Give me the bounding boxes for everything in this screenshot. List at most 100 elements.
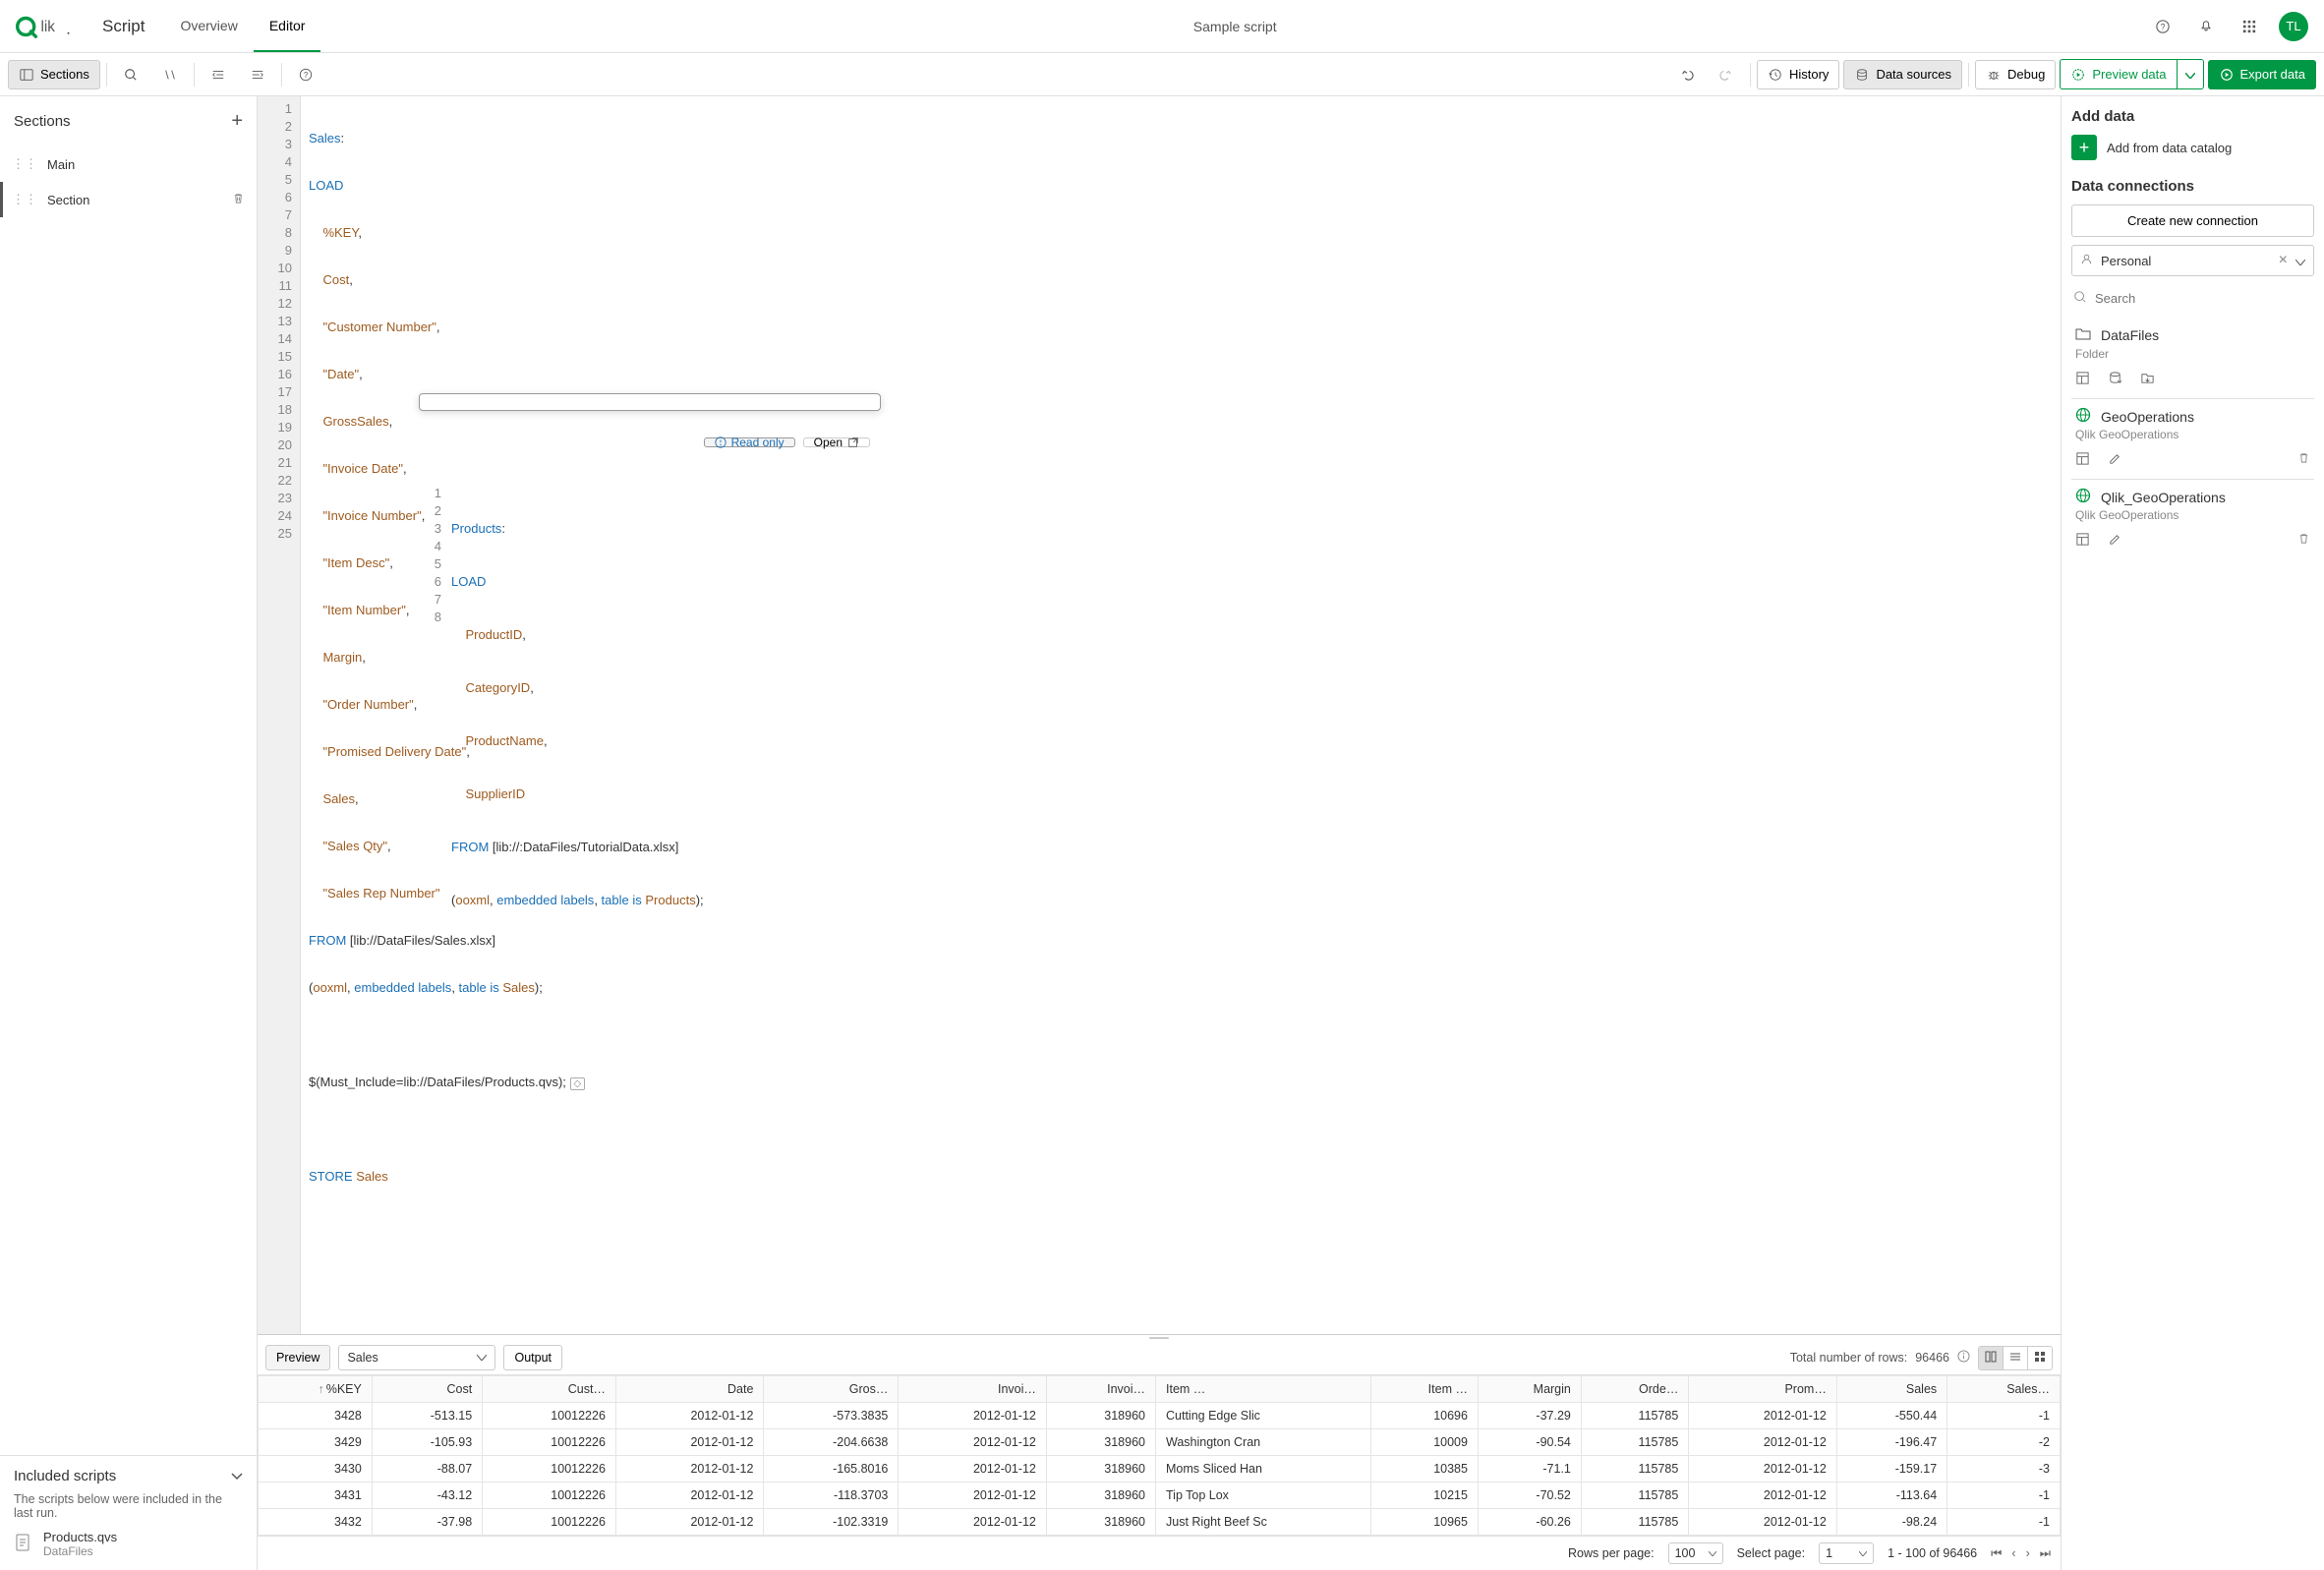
chevron-down-icon[interactable] [2295,254,2305,268]
select-data-icon[interactable] [2075,451,2090,469]
prev-page-icon[interactable]: ‹ [2011,1546,2015,1561]
delete-section-icon[interactable] [232,192,245,207]
column-header[interactable]: Margin [1478,1376,1581,1403]
column-header[interactable]: Cust… [483,1376,616,1403]
section-item-main[interactable]: ⋮⋮ Main [0,146,257,182]
section-label: Main [47,157,75,172]
table-row[interactable]: 3431-43.12100122262012-01-12-118.3703201… [259,1483,2061,1509]
column-header[interactable]: Date [615,1376,764,1403]
rows-per-page-label: Rows per page: [1568,1546,1655,1560]
drag-handle-icon[interactable]: ⋮⋮ [12,156,37,172]
view-list-icon[interactable] [2004,1347,2028,1369]
help-icon[interactable]: ? [2149,13,2177,40]
delete-icon[interactable] [2297,532,2310,550]
user-icon [2080,253,2093,268]
datafiles-folder[interactable]: DataFiles [2071,317,2314,347]
code-editor[interactable]: 1234567891011121314151617181920212223242… [258,96,2061,1334]
create-connection-button[interactable]: Create new connection [2071,204,2314,237]
preview-tab[interactable]: Preview [265,1345,330,1370]
qlik-logo[interactable]: lik [16,13,83,40]
drag-handle-icon[interactable]: ⋮⋮ [12,192,37,207]
toolbar-help-icon[interactable]: ? [288,61,323,88]
script-sub: DataFiles [43,1544,117,1558]
insert-script-icon[interactable] [2108,371,2122,388]
edit-icon[interactable] [2108,451,2122,469]
tab-editor[interactable]: Editor [254,1,321,52]
data-table-wrap[interactable]: ↑%KEYCostCust…DateGros…Invoi…Invoi…Item … [258,1374,2061,1536]
preview-button[interactable]: Preview data [2060,59,2176,89]
add-section-icon[interactable]: + [231,110,243,133]
preview-label: Preview data [2092,67,2166,82]
main: Sections + ⋮⋮ Main ⋮⋮ Section Included s… [0,96,2324,1570]
total-rows-label: Total number of rows: [1790,1351,1908,1365]
column-header[interactable]: Orde… [1581,1376,1688,1403]
select-data-icon[interactable] [2075,371,2090,388]
view-grid-icon[interactable] [1979,1347,2004,1369]
column-header[interactable]: Cost [372,1376,482,1403]
redo-icon[interactable] [1709,61,1744,88]
table-row[interactable]: 3432-37.98100122262012-01-12-102.3319201… [259,1509,2061,1536]
pagination-bar: Rows per page: 100 Select page: 1 1 - 10… [258,1536,2061,1570]
code-body[interactable]: Sales: LOAD %KEY, Cost, "Customer Number… [301,96,2061,1334]
column-header[interactable]: Item … [1156,1376,1371,1403]
space-selector[interactable]: Personal × [2071,245,2314,276]
expand-include-icon[interactable]: ◇ [570,1077,586,1090]
debug-button[interactable]: Debug [1975,60,2056,89]
nav-tabs: Overview Editor [164,1,320,52]
comment-icon[interactable] [152,61,188,88]
column-header[interactable]: Prom… [1689,1376,1837,1403]
data-sources-button[interactable]: Data sources [1843,60,1962,89]
table-row[interactable]: 3429-105.93100122262012-01-12-204.663820… [259,1429,2061,1456]
table-row[interactable]: 3430-88.07100122262012-01-12-165.8016201… [259,1456,2061,1483]
table-row[interactable]: 3428-513.15100122262012-01-12-573.383520… [259,1403,2061,1429]
tab-overview[interactable]: Overview [164,1,253,52]
preview-dropdown-caret[interactable] [2177,59,2204,89]
table-selector[interactable]: Sales [338,1345,495,1370]
search-icon[interactable] [113,61,148,88]
geooperations-connection[interactable]: GeoOperations [2071,399,2314,428]
edit-icon[interactable] [2108,532,2122,550]
info-icon[interactable] [1957,1350,1970,1366]
globe-icon [2075,407,2091,426]
column-header[interactable]: Sales [1836,1376,1946,1403]
chevron-down-icon[interactable] [231,1468,243,1484]
next-page-icon[interactable]: › [2026,1546,2030,1561]
column-header[interactable]: Invoi… [1046,1376,1155,1403]
view-tiles-icon[interactable] [2028,1347,2052,1369]
section-item-section[interactable]: ⋮⋮ Section [0,182,257,217]
delete-icon[interactable] [2297,451,2310,469]
open-script-button[interactable]: Open [803,437,870,447]
sections-label: Sections [40,67,89,82]
apps-grid-icon[interactable] [2236,13,2263,40]
bell-icon[interactable] [2192,13,2220,40]
column-header[interactable]: Gros… [764,1376,899,1403]
sections-toggle[interactable]: Sections [8,60,100,89]
last-page-icon[interactable]: ⏭ [2040,1546,2051,1561]
column-header[interactable]: ↑%KEY [259,1376,373,1403]
qlik-geooperations-connection[interactable]: Qlik_GeoOperations [2071,480,2314,508]
clear-icon[interactable]: × [2279,252,2288,269]
avatar[interactable]: TL [2279,12,2308,41]
column-header[interactable]: Sales… [1947,1376,2061,1403]
included-script-entry[interactable]: Products.qvs DataFiles [14,1530,243,1558]
output-tab[interactable]: Output [503,1345,562,1370]
connection-search [2071,284,2314,317]
export-button[interactable]: Export data [2208,60,2317,89]
preview-button-group: Preview data [2060,59,2203,89]
column-header[interactable]: Invoi… [899,1376,1047,1403]
included-scripts-header[interactable]: Included scripts [14,1468,243,1484]
first-page-icon[interactable]: ⏮ [1991,1546,2002,1561]
rows-per-page-select[interactable]: 100 [1668,1542,1723,1564]
select-data-icon[interactable] [2075,532,2090,550]
page-select[interactable]: 1 [1819,1542,1874,1564]
indent-icon[interactable] [240,61,275,88]
outdent-icon[interactable] [201,61,236,88]
open-folder-icon[interactable] [2140,371,2155,388]
play-circle-icon [2219,67,2235,83]
connection-search-input[interactable] [2095,291,2312,306]
undo-icon[interactable] [1669,61,1705,88]
history-button[interactable]: History [1757,60,1839,89]
add-from-catalog-button[interactable]: + Add from data catalog [2071,135,2314,160]
app-title: Script [102,17,145,36]
column-header[interactable]: Item … [1371,1376,1479,1403]
